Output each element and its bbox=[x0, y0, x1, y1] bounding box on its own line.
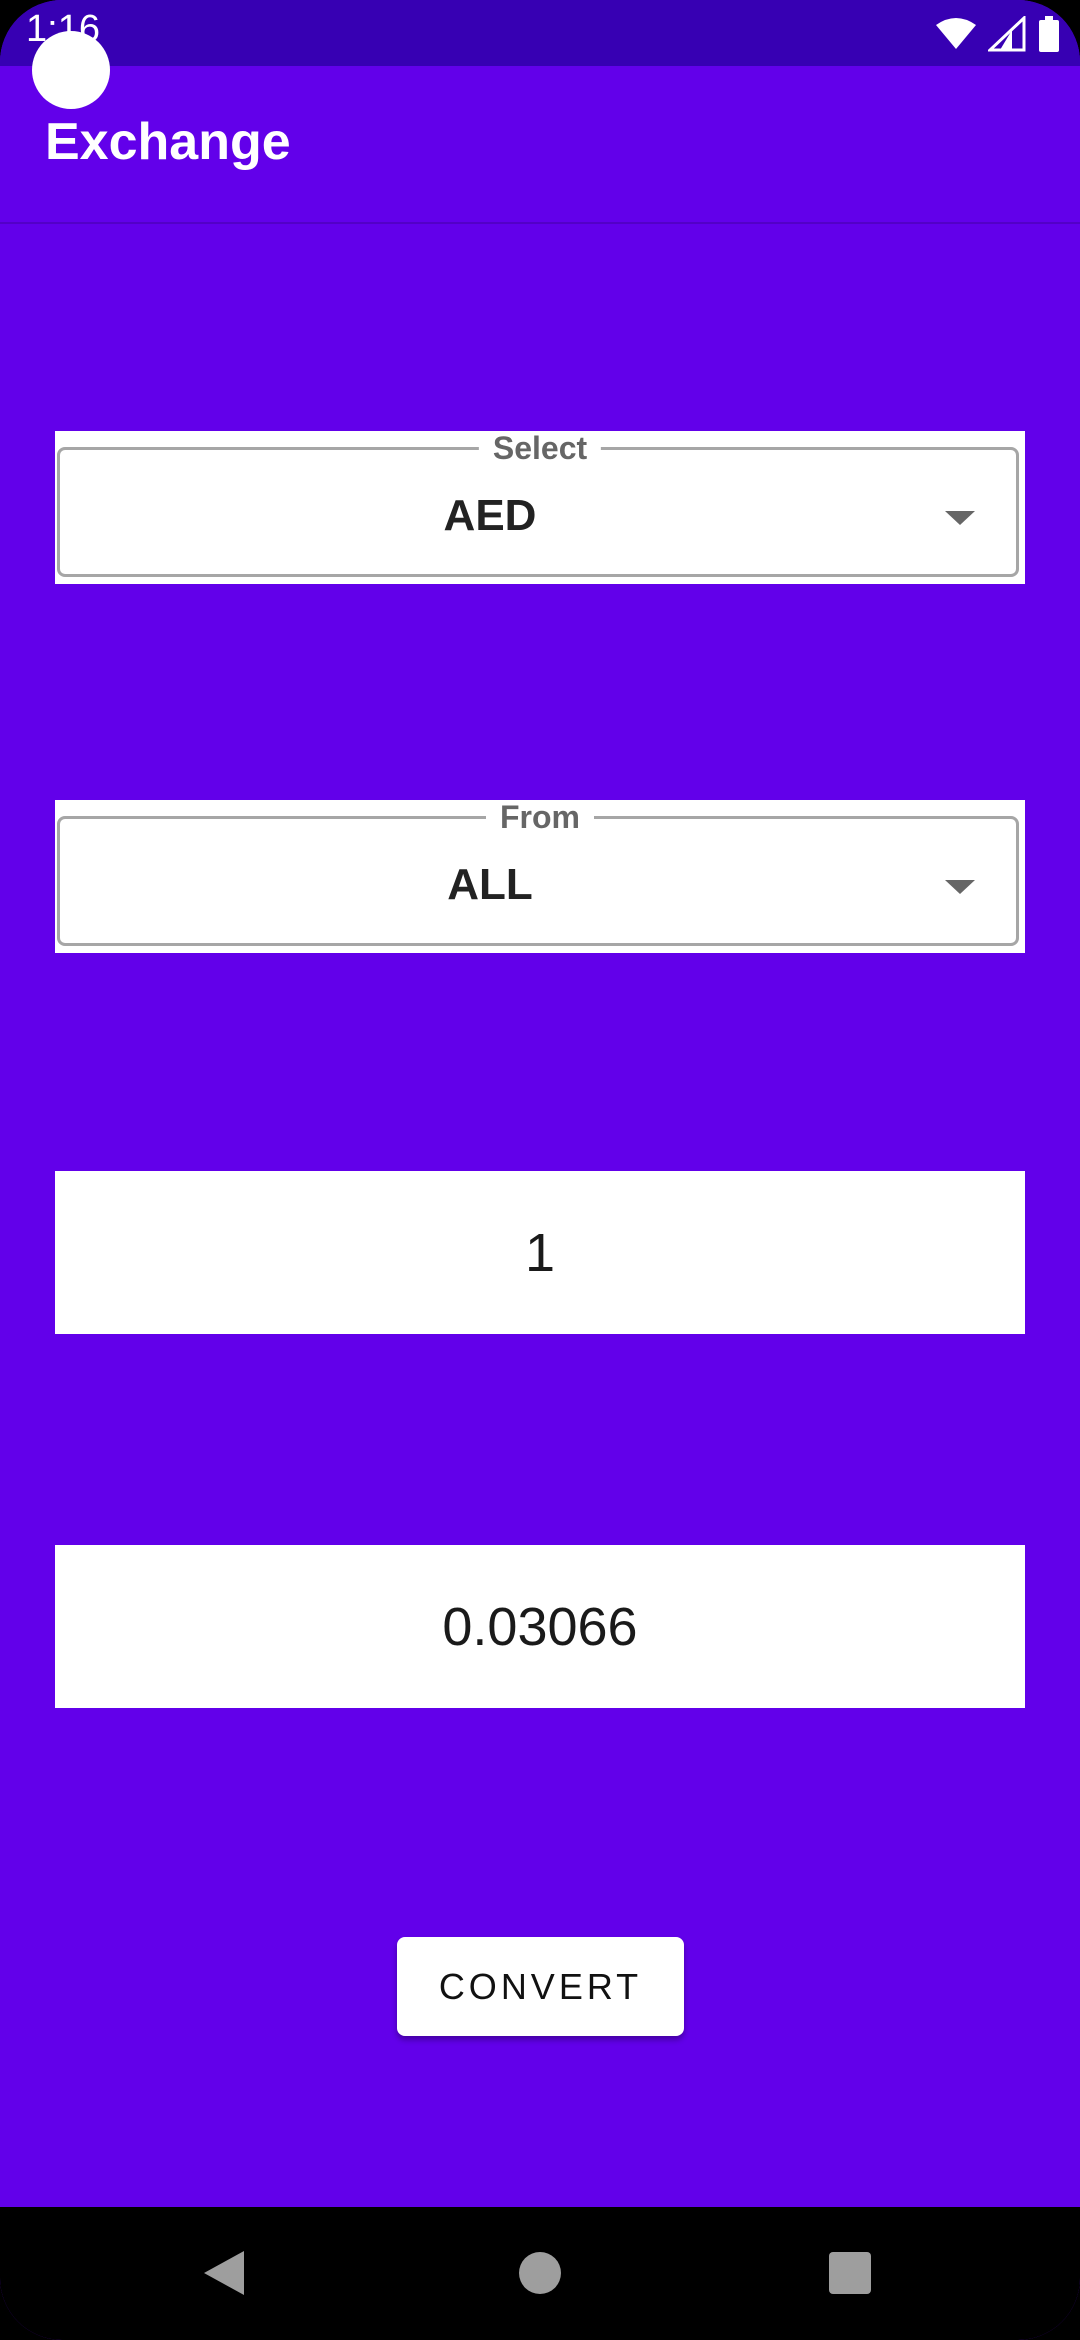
status-bar: 1:16 bbox=[0, 0, 1080, 66]
app-title: Exchange bbox=[45, 113, 291, 171]
phone-screen: 1:16 Exchange Select AED From ALL 1 0.03… bbox=[0, 0, 1080, 2340]
back-triangle-icon[interactable] bbox=[204, 2251, 244, 2295]
cell-signal-icon bbox=[988, 16, 1026, 52]
result-output[interactable] bbox=[55, 1545, 1025, 1708]
to-currency-label: Select bbox=[478, 431, 602, 465]
camera-cutout-icon bbox=[32, 31, 110, 109]
home-circle-icon[interactable] bbox=[519, 2252, 561, 2294]
from-currency-value: ALL bbox=[447, 860, 533, 909]
convert-button[interactable]: CONVERT bbox=[397, 1937, 684, 2036]
amount-field bbox=[55, 1171, 1025, 1334]
result-field bbox=[55, 1545, 1025, 1708]
navigation-bar bbox=[0, 2207, 1080, 2340]
to-currency-spinner[interactable]: Select AED bbox=[55, 431, 1025, 584]
app-bar: Exchange bbox=[0, 66, 1080, 224]
dropdown-arrow-icon bbox=[945, 880, 975, 894]
from-currency-spinner[interactable]: From ALL bbox=[55, 800, 1025, 953]
dropdown-arrow-icon bbox=[945, 511, 975, 525]
amount-input[interactable] bbox=[55, 1171, 1025, 1334]
wifi-icon bbox=[936, 18, 976, 49]
to-currency-value: AED bbox=[443, 491, 537, 540]
from-currency-label: From bbox=[486, 800, 594, 834]
battery-icon bbox=[1039, 16, 1059, 52]
status-icons bbox=[936, 14, 1060, 54]
recents-square-icon[interactable] bbox=[829, 2252, 871, 2294]
